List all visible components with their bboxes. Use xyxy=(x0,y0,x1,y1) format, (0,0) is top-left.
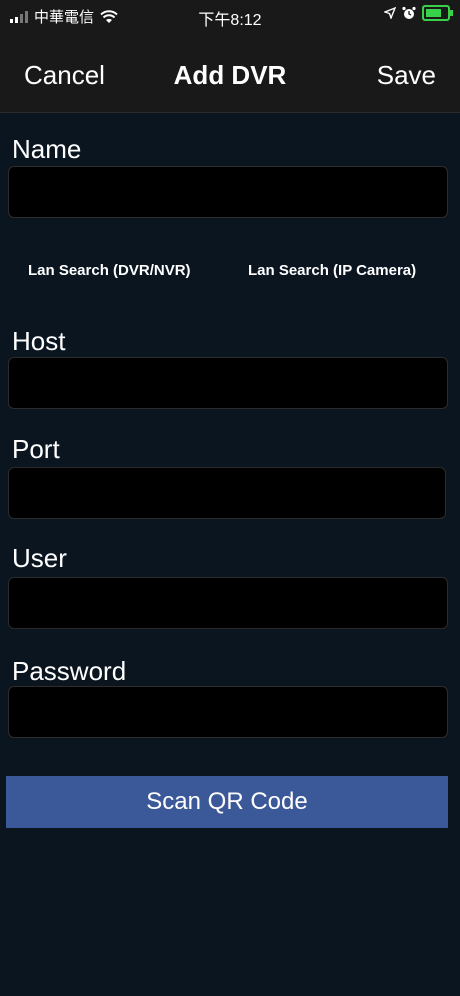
save-button[interactable]: Save xyxy=(377,60,436,91)
user-field[interactable] xyxy=(8,577,448,629)
alarm-icon xyxy=(402,6,416,19)
status-right xyxy=(384,5,453,21)
status-bar: 中華電信 下午8:12 xyxy=(0,0,460,32)
name-field[interactable] xyxy=(8,166,448,218)
scan-qr-code-label: Scan QR Code xyxy=(146,788,308,815)
host-label: Host xyxy=(12,326,66,356)
nav-bar: Cancel Add DVR Save xyxy=(0,32,460,113)
location-arrow-icon xyxy=(384,7,396,19)
host-field[interactable] xyxy=(8,357,448,409)
password-label: Password xyxy=(12,656,127,686)
port-label: Port xyxy=(12,434,60,464)
password-field[interactable] xyxy=(8,686,448,738)
battery-charging-icon xyxy=(422,5,453,21)
name-label: Name xyxy=(12,134,82,164)
user-label: User xyxy=(12,543,67,573)
port-field[interactable] xyxy=(8,467,446,519)
scan-qr-code-button[interactable]: Scan QR Code xyxy=(6,776,448,828)
lan-search-dvr-button[interactable]: Lan Search (DVR/NVR) xyxy=(28,262,191,279)
lan-search-ip-camera-button[interactable]: Lan Search (IP Camera) xyxy=(248,262,416,279)
